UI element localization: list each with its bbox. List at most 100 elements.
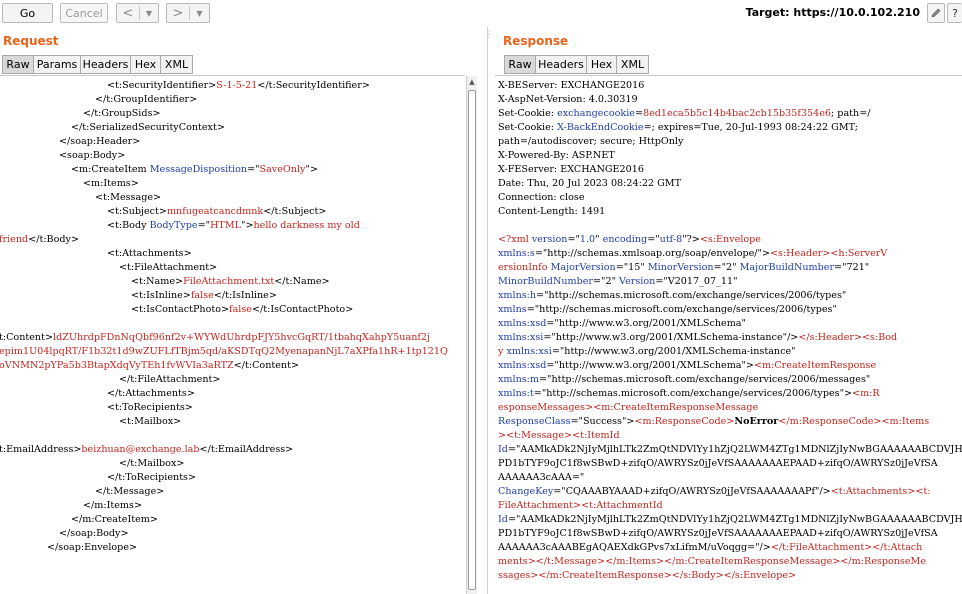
edit-target-button[interactable] — [927, 3, 945, 23]
code-line: </t:GroupIdentifier> — [95, 93, 197, 107]
dropdown-arrow-icon[interactable]: ▼ — [140, 9, 158, 18]
back-button[interactable]: < ▼ — [116, 3, 159, 23]
code-line: </t:ToRecipients> — [107, 471, 196, 485]
request-editor[interactable]: <t:SecurityIdentifier>S-1-5-21</t:Securi… — [0, 75, 465, 594]
scroll-up-icon[interactable]: ▲ — [467, 76, 477, 88]
code-line: Content-Length: 1491 — [498, 205, 605, 219]
code-token: ="http://www.w3.org/2001/XMLSchema-insta… — [551, 346, 796, 357]
cancel-button[interactable]: Cancel — [60, 3, 108, 23]
code-token: <t:ToRecipients> — [107, 402, 193, 413]
request-tab-params[interactable]: Params — [34, 55, 81, 74]
code-token: <m:CreateItemResponse — [753, 360, 877, 371]
request-tab-headers[interactable]: Headers — [81, 55, 131, 74]
toolbar: Go Cancel < ▼ > ▼ Target: https://10.0.1… — [0, 0, 962, 27]
code-line: xmlns:xsi="http://www.w3.org/2001/XMLSch… — [498, 331, 897, 345]
code-line: X-BEServer: EXCHANGE2016 — [498, 79, 644, 93]
code-line: Date: Thu, 20 Jul 2023 08:24:22 GMT — [498, 177, 681, 191]
code-line: AAAAAA3cAAA=" — [498, 471, 584, 485]
code-token: SaveOnly — [259, 164, 306, 175]
code-token: t:Content> — [0, 332, 53, 343]
go-button[interactable]: Go — [2, 3, 53, 23]
code-token: <m:ResponseCode> — [634, 416, 735, 427]
code-token: xmlns:s — [498, 248, 535, 259]
code-token: <t:IsInline> — [131, 290, 191, 301]
code-token: </soap:Body> — [59, 528, 129, 539]
code-token: "> — [241, 220, 254, 231]
code-token: </t:Name> — [274, 276, 330, 287]
target-label: Target: https://10.0.102.210 — [745, 6, 920, 19]
help-button[interactable]: ? — [947, 3, 962, 23]
code-line: <t:IsContactPhoto>false</t:IsContactPhot… — [131, 303, 353, 317]
code-token: X-BackEndCookie — [557, 122, 644, 133]
code-line: FileAttachment><t:AttachmentId — [498, 499, 663, 513]
code-token: xmlns:xsd — [498, 360, 547, 371]
response-tab-hex[interactable]: Hex — [587, 55, 617, 74]
code-token: ="http://schemas.microsoft.com/exchange/… — [539, 374, 871, 385]
code-token: </t:Mailbox> — [119, 458, 185, 469]
code-token: ChangeKey — [498, 486, 554, 497]
response-tab-xml[interactable]: XML — [617, 55, 649, 74]
code-token: </s:Body> — [671, 570, 724, 581]
code-token: Id — [498, 514, 508, 525]
code-line: <t:Attachments> — [107, 247, 192, 261]
code-token: false — [229, 304, 252, 315]
code-token: ="15" — [615, 262, 648, 273]
code-token: </m:CreateItemResponseMessage> — [664, 556, 841, 567]
code-token: 8ed1eca5b5c14b4bac2cb15b35f354e6 — [642, 108, 832, 119]
code-token: </soap:Envelope> — [47, 542, 138, 553]
code-token: <s:Envelope — [699, 234, 761, 245]
code-token: </t:Message> — [95, 486, 165, 497]
code-token: = — [634, 108, 643, 119]
code-token: xmlns:xsi — [506, 346, 552, 357]
code-line: <t:Name>FileAttachment.txt</t:Name> — [131, 275, 330, 289]
code-token: exchangecookie — [557, 108, 635, 119]
code-token: <t:IsContactPhoto> — [131, 304, 230, 315]
response-editor[interactable]: X-BEServer: EXCHANGE2016 X-AspNet-Version… — [495, 75, 962, 594]
split-divider[interactable] — [487, 27, 488, 594]
request-tab-xml[interactable]: XML — [161, 55, 193, 74]
code-token: ="Success"> — [570, 416, 635, 427]
question-icon: ? — [952, 6, 958, 20]
code-line: ssages></m:CreateItemResponse></s:Body><… — [498, 569, 796, 583]
code-token: =; expires=Tue, 20-Jul-1993 08:24:22 GMT… — [643, 122, 858, 133]
code-token: xmlns:xsd — [498, 318, 547, 329]
code-token: encoding — [602, 234, 648, 245]
code-line: X-FEServer: EXCHANGE2016 — [498, 163, 644, 177]
code-token: </t:FileAttachment> — [770, 542, 873, 553]
divider-grip-icon[interactable]: ⋮ — [485, 30, 493, 40]
request-tab-raw[interactable]: Raw — [2, 55, 34, 74]
code-line: AAAAAA3cAAABEgAQAEXdkGPvs7xLifmM/uVoqgg=… — [498, 541, 922, 555]
code-token: <t:Message> — [95, 192, 162, 203]
code-token: <t:FileAttachment> — [119, 262, 218, 273]
code-token: xmlns:xsi — [498, 332, 544, 343]
response-tab-raw[interactable]: Raw — [504, 55, 536, 74]
code-line: ><t:Message><t:ItemId — [498, 429, 620, 443]
code-token: ="http://schemas.microsoft.com/exchange/… — [526, 304, 837, 315]
code-token: </t:ToRecipients> — [107, 472, 197, 483]
request-tab-hex[interactable]: Hex — [131, 55, 161, 74]
code-token: <t:ItemId — [572, 430, 620, 441]
code-token: HTML — [210, 220, 242, 231]
code-line: </soap:Body> — [59, 527, 129, 541]
code-line: esponseMessages><m:CreateItemResponseMes… — [498, 401, 758, 415]
code-token: <s:Header> — [769, 248, 831, 259]
code-line: PD1bTYF9oJC1f8wSBwD+zifqO/AWRYSz0jJeVfSA… — [498, 527, 938, 541]
dropdown-arrow-icon[interactable]: ▼ — [190, 9, 209, 18]
request-scrollbar[interactable]: ▲ — [466, 76, 477, 594]
code-line: Set-Cookie: X-BackEndCookie=; expires=Tu… — [498, 121, 858, 135]
response-tab-headers[interactable]: Headers — [536, 55, 587, 74]
code-token: Date: Thu, 20 Jul 2023 08:24:22 GMT — [498, 178, 681, 189]
forward-button[interactable]: > ▼ — [166, 3, 210, 23]
code-line: oVNMN2pYPa5b3BtapXdqVyTEh1fvWVIa3aRTZ</t… — [0, 359, 299, 373]
code-token: ="2" — [713, 262, 740, 273]
code-token: ="http://www.w3.org/2001/XMLSchema"> — [546, 360, 754, 371]
request-title: Request — [3, 34, 59, 48]
code-line: </soap:Header> — [59, 135, 140, 149]
code-token: PD1bTYF9oJC1f8wSBwD+zifqO/AWRYSz0jJeVfSA… — [498, 528, 938, 539]
code-line: PD1bTYF9oJC1f8wSBwD+zifqO/AWRYSz0jJeVfSA… — [498, 457, 938, 471]
code-token: oVNMN2pYPa5b3BtapXdqVyTEh1fvWVIa3aRTZ — [0, 360, 234, 371]
scrollbar-thumb[interactable] — [468, 90, 476, 590]
code-token: <soap:Body> — [59, 150, 126, 161]
code-token: ="http://schemas.microsoft.com/exchange/… — [536, 290, 847, 301]
code-token: </m:ResponseMe — [840, 556, 927, 567]
